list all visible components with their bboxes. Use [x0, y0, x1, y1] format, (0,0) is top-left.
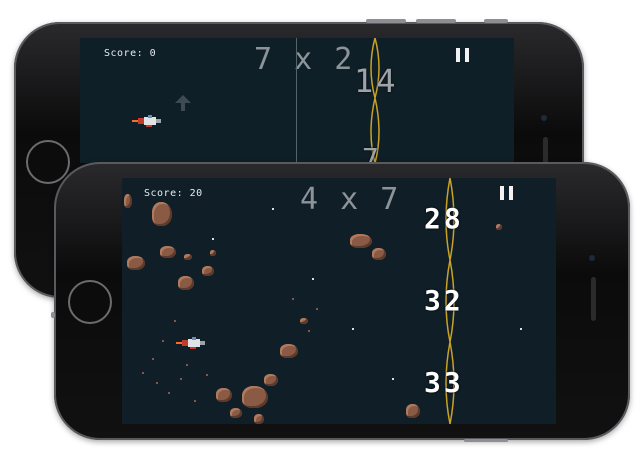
answer-option[interactable]: 33 [424, 366, 464, 399]
star [392, 378, 394, 380]
star [212, 238, 214, 240]
home-button [68, 280, 112, 324]
volume-button [416, 19, 456, 23]
divider-line [296, 38, 297, 163]
asteroid [184, 254, 192, 260]
debris [186, 364, 188, 366]
asteroid [152, 202, 172, 226]
mute-switch [484, 19, 508, 23]
math-problem: 4 x 7 [300, 182, 401, 217]
asteroid [496, 224, 502, 230]
score-label: Score: 0 [104, 48, 157, 59]
front-game-screen: Score: 20 4 x 7 28 32 33 [122, 178, 556, 424]
pause-icon[interactable] [500, 186, 516, 200]
debris [156, 382, 158, 384]
debris [152, 358, 154, 360]
spaceship-icon [176, 337, 205, 349]
home-button [26, 140, 70, 184]
asteroid [372, 248, 386, 260]
asteroid [202, 266, 214, 276]
speaker [591, 277, 596, 321]
asteroid [216, 388, 232, 402]
front-camera [541, 115, 547, 121]
asteroid [280, 344, 298, 358]
asteroid [127, 256, 145, 270]
star [272, 208, 274, 210]
debris [168, 392, 170, 394]
debris [194, 400, 196, 402]
asteroid [406, 404, 420, 418]
power-button [464, 439, 508, 442]
asteroid [160, 246, 176, 258]
asteroid [300, 318, 308, 324]
score-label: Score: 20 [144, 188, 203, 199]
debris [316, 308, 318, 310]
debris [308, 330, 310, 332]
debris [162, 340, 164, 342]
asteroid-warning-icon [175, 95, 191, 111]
asteroid [254, 414, 264, 424]
answer-option[interactable]: 32 [424, 284, 464, 317]
debris [292, 298, 294, 300]
asteroid [264, 374, 278, 386]
answer-option[interactable]: 28 [424, 202, 464, 235]
debris [206, 374, 208, 376]
side-button [51, 312, 55, 318]
volume-button [366, 19, 406, 23]
asteroid [124, 194, 132, 208]
star [312, 278, 314, 280]
asteroid [230, 408, 242, 418]
asteroid [210, 250, 216, 256]
asteroid [178, 276, 194, 290]
pause-icon[interactable] [456, 48, 472, 62]
asteroid [350, 234, 372, 248]
debris [180, 378, 182, 380]
answer-option: 7 [362, 142, 382, 163]
star [520, 328, 522, 330]
spaceship-icon [132, 115, 161, 127]
math-problem: 7 x 2 [254, 42, 355, 77]
answer-option: 14 [354, 62, 399, 100]
phone-front: Score: 20 4 x 7 28 32 33 [51, 162, 630, 442]
back-game-screen: Score: 0 7 x 2 14 7 [80, 38, 514, 163]
debris [174, 320, 176, 322]
debris [142, 372, 144, 374]
asteroid [242, 386, 268, 408]
front-camera [589, 255, 595, 261]
star [352, 328, 354, 330]
